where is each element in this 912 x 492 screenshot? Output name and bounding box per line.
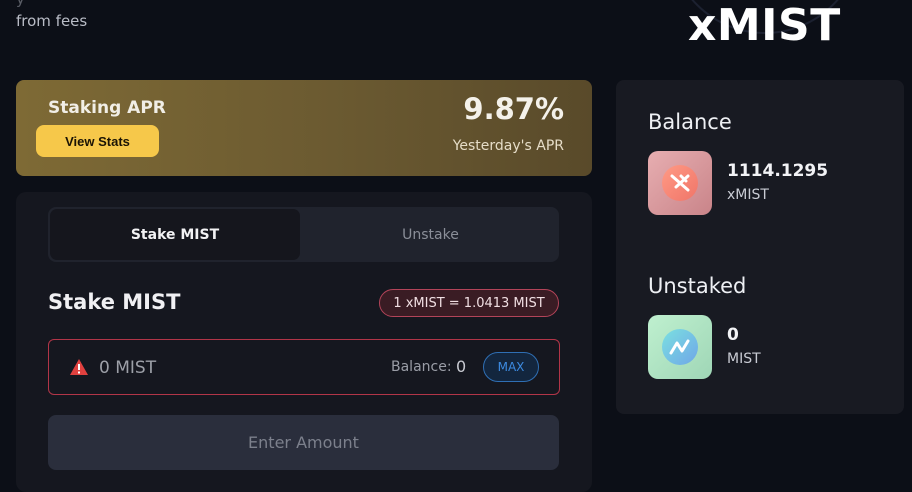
balance-title: Balance — [648, 110, 732, 134]
stake-amount-field: Balance: 0 MAX — [48, 339, 560, 395]
warning-triangle-icon — [70, 359, 88, 375]
balance-unit: xMIST — [727, 187, 769, 203]
stake-amount-input[interactable] — [97, 354, 301, 382]
xmist-coin-icon — [662, 165, 698, 201]
tab-stake[interactable]: Stake MIST — [50, 209, 300, 260]
unstaked-title: Unstaked — [648, 274, 747, 298]
exchange-rate-badge: 1 xMIST = 1.0413 MIST — [379, 289, 559, 317]
intro-line-2: from fees — [16, 12, 88, 30]
balance-amount: 1114.1295 — [727, 161, 829, 181]
mist-glyph-icon — [669, 339, 690, 355]
xmist-glyph-icon — [670, 174, 690, 192]
view-stats-button[interactable]: View Stats — [36, 125, 159, 157]
stake-panel: Stake MIST Unstake Stake MIST 1 xMIST = … — [16, 192, 592, 492]
apr-value: 9.87% — [463, 92, 564, 126]
max-button[interactable]: MAX — [483, 352, 539, 382]
unstaked-unit: MIST — [727, 351, 761, 367]
balance-value: 0 — [456, 357, 467, 376]
enter-amount-button[interactable]: Enter Amount — [48, 415, 559, 470]
stake-tabs: Stake MIST Unstake — [48, 207, 559, 262]
staking-apr-card: Staking APR View Stats 9.87% Yesterday's… — [16, 80, 592, 176]
mist-token-icon — [648, 315, 712, 379]
xmist-token-icon — [648, 151, 712, 215]
unstaked-amount: 0 — [727, 325, 739, 345]
tab-unstake[interactable]: Unstake — [304, 209, 557, 260]
mist-coin-icon — [662, 329, 698, 365]
intro-line-1: y — [16, 0, 87, 10]
apr-subtitle: Yesterday's APR — [452, 138, 564, 154]
intro-text: y from fees — [16, 0, 87, 32]
stake-heading: Stake MIST — [48, 290, 181, 314]
balance-label: Balance: — [391, 359, 452, 375]
xmist-logo: xMIST — [688, 0, 841, 51]
apr-title: Staking APR — [48, 98, 166, 118]
balance-panel: Balance 1114.1295 xMIST Unstaked 0 MIST — [616, 80, 904, 414]
